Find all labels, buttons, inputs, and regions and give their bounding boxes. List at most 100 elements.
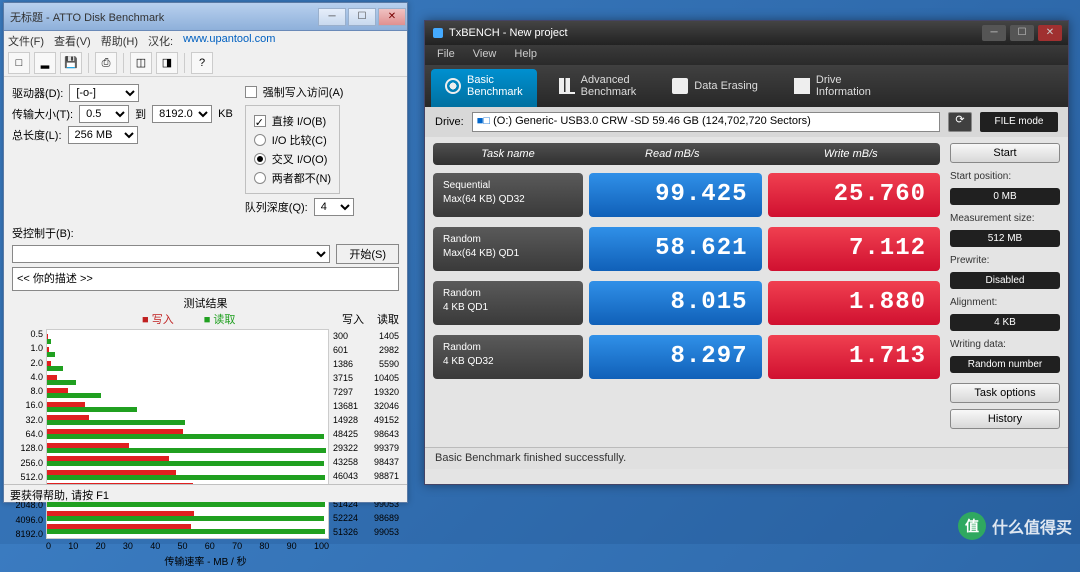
eraser-icon	[672, 78, 688, 94]
minimize-button[interactable]: ─	[318, 8, 346, 26]
maximize-button[interactable]: ☐	[1010, 25, 1034, 41]
tab-basic-benchmark[interactable]: BasicBenchmark	[431, 69, 537, 107]
xfer-to-select[interactable]: 8192.0	[152, 105, 212, 123]
write-value: 25.760	[768, 173, 941, 217]
filemode-button[interactable]: FILE mode	[980, 112, 1058, 132]
align-value[interactable]: 4 KB	[950, 314, 1060, 331]
read-value: 8.015	[589, 281, 762, 325]
wdata-value[interactable]: Random number	[950, 356, 1060, 373]
prewrite-label: Prewrite:	[950, 255, 1060, 266]
watermark: 值 什么值得买	[958, 512, 1072, 540]
msize-label: Measurement size:	[950, 213, 1060, 224]
prewrite-value[interactable]: Disabled	[950, 272, 1060, 289]
menu-help[interactable]: 帮助(H)	[101, 33, 138, 47]
test-row: Random4 KB QD18.0151.880	[433, 281, 940, 325]
read-value: 58.621	[589, 227, 762, 271]
refresh-button[interactable]: ⟳	[948, 112, 972, 132]
drive-row: Drive: ■□ (O:) Generic- USB3.0 CRW -SD 5…	[425, 107, 1068, 137]
tx-titlebar[interactable]: TxBENCH - New project ─ ☐ ✕	[425, 21, 1068, 45]
drive-select[interactable]: [-o-]	[69, 84, 139, 102]
help-icon[interactable]: ?	[191, 52, 213, 74]
atto-titlebar[interactable]: 无标题 - ATTO Disk Benchmark ─ ☐ ✕	[4, 3, 407, 31]
menu-view[interactable]: 查看(V)	[54, 33, 91, 47]
write-value: 1.713	[768, 335, 941, 379]
desc-placeholder: << 你的描述 >>	[17, 273, 93, 285]
open-icon[interactable]: ▂	[34, 52, 56, 74]
total-label: 总长度(L):	[12, 127, 62, 143]
close-button[interactable]: ✕	[378, 8, 406, 26]
start-button[interactable]: Start	[950, 143, 1060, 163]
test-row: RandomMax(64 KB) QD158.6217.112	[433, 227, 940, 271]
drive-value: (O:) Generic- USB3.0 CRW -SD 59.46 GB (1…	[493, 115, 811, 127]
txbench-window: TxBENCH - New project ─ ☐ ✕ File View He…	[424, 20, 1069, 485]
menu-view[interactable]: View	[473, 48, 497, 62]
menu-help[interactable]: Help	[514, 48, 537, 62]
overlap-label: 交叉 I/O(O)	[272, 151, 328, 167]
drive-icon	[794, 78, 810, 94]
msize-value[interactable]: 512 MB	[950, 230, 1060, 247]
watermark-text: 什么值得买	[992, 514, 1072, 538]
xfer-label: 传输大小(T):	[12, 106, 73, 122]
write-header: Write mB/s	[762, 148, 941, 160]
atto-statusbar: 要获得帮助, 请按 F1	[4, 484, 407, 502]
controlled-select[interactable]	[12, 245, 330, 263]
align-label: Alignment:	[950, 297, 1060, 308]
start-button[interactable]: 开始(S)	[336, 244, 399, 264]
overlap2-icon[interactable]: ◨	[156, 52, 178, 74]
read-header: Read mB/s	[583, 148, 762, 160]
drive-select[interactable]: ■□ (O:) Generic- USB3.0 CRW -SD 59.46 GB…	[472, 112, 940, 132]
test-name: RandomMax(64 KB) QD1	[433, 227, 583, 271]
history-button[interactable]: History	[950, 409, 1060, 429]
results-chart: 0.51.02.04.08.016.032.064.0128.0256.0512…	[12, 329, 399, 539]
forcewrite-checkbox[interactable]	[245, 86, 257, 98]
save-icon[interactable]: 💾	[60, 52, 82, 74]
overlap1-icon[interactable]: ◫	[130, 52, 152, 74]
kb-label: KB	[218, 108, 233, 120]
write-header: 写入	[152, 314, 174, 326]
maximize-button[interactable]: ☐	[348, 8, 376, 26]
menu-file[interactable]: 文件(F)	[8, 33, 44, 47]
xfer-from-select[interactable]: 0.5	[79, 105, 129, 123]
overlap-radio[interactable]	[254, 153, 266, 165]
clock-icon	[445, 78, 461, 94]
upantool-link[interactable]: www.upantool.com	[183, 33, 275, 47]
toolbar-separator	[123, 53, 124, 73]
test-row: SequentialMax(64 KB) QD3299.42525.760	[433, 173, 940, 217]
tab-data-erasing[interactable]: Data Erasing	[658, 69, 772, 107]
directio-checkbox[interactable]: ✓	[254, 115, 266, 127]
atto-toolbar: □ ▂ 💾 ⎙ ◫ ◨ ?	[4, 49, 407, 77]
tab-advanced-benchmark[interactable]: AdvancedBenchmark	[545, 69, 651, 107]
startpos-label: Start position:	[950, 171, 1060, 182]
test-name: SequentialMax(64 KB) QD32	[433, 173, 583, 217]
results-header: Task name Read mB/s Write mB/s	[433, 143, 940, 165]
close-button[interactable]: ✕	[1038, 25, 1062, 41]
forcewrite-label: 强制写入访问(A)	[263, 84, 344, 100]
menu-file[interactable]: File	[437, 48, 455, 62]
tx-tabs: BasicBenchmark AdvancedBenchmark Data Er…	[425, 65, 1068, 107]
taskoptions-button[interactable]: Task options	[950, 383, 1060, 403]
test-name: Random4 KB QD32	[433, 335, 583, 379]
neither-radio[interactable]	[254, 172, 266, 184]
results-title: 测试结果	[12, 295, 399, 311]
description-input[interactable]: << 你的描述 >>	[12, 267, 399, 291]
toolbar-separator	[184, 53, 185, 73]
tx-title-text: TxBENCH - New project	[449, 27, 568, 39]
iocompare-radio[interactable]	[254, 134, 266, 146]
atto-window: 无标题 - ATTO Disk Benchmark ─ ☐ ✕ 文件(F) 查看…	[3, 2, 408, 503]
atto-title-text: 无标题 - ATTO Disk Benchmark	[10, 9, 164, 25]
tab-drive-information[interactable]: DriveInformation	[780, 69, 885, 107]
print-icon[interactable]: ⎙	[95, 52, 117, 74]
bars-icon	[559, 78, 575, 94]
qdepth-select[interactable]: 4	[314, 198, 354, 216]
total-select[interactable]: 256 MB	[68, 126, 138, 144]
minimize-button[interactable]: ─	[982, 25, 1006, 41]
drive-label: 驱动器(D):	[12, 85, 63, 101]
read-col-header: 读取	[364, 311, 399, 327]
menu-cn-label: 汉化:	[148, 33, 173, 47]
neither-label: 两者都不(N)	[272, 170, 331, 186]
tx-statusbar: Basic Benchmark finished successfully.	[425, 447, 1068, 469]
startpos-value[interactable]: 0 MB	[950, 188, 1060, 205]
toolbar-separator	[88, 53, 89, 73]
new-icon[interactable]: □	[8, 52, 30, 74]
atto-menubar: 文件(F) 查看(V) 帮助(H) 汉化: www.upantool.com	[4, 31, 407, 49]
